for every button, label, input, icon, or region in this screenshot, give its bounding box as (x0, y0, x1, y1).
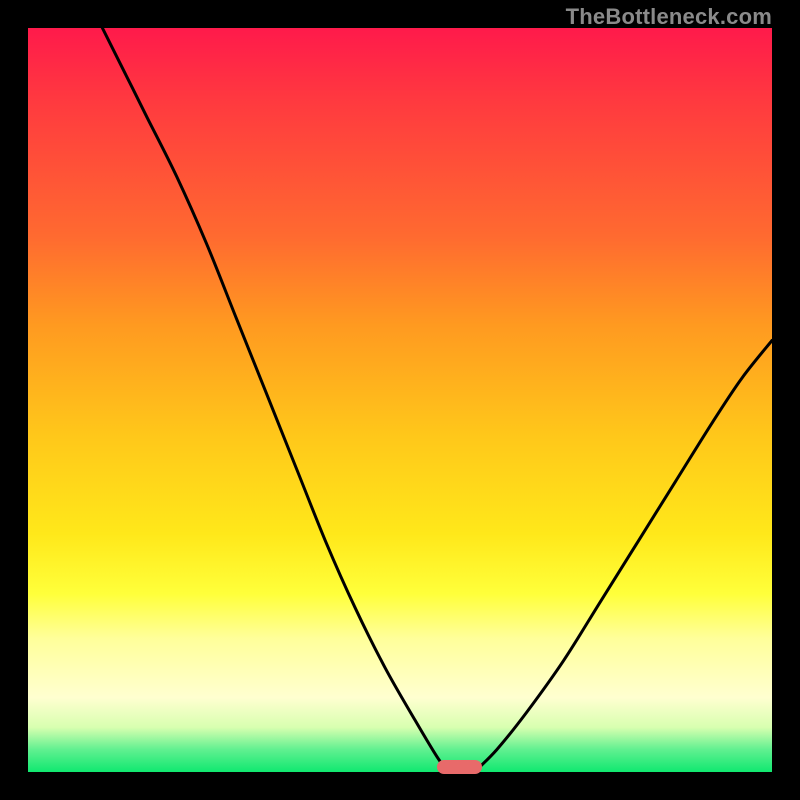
curve-left-branch (102, 28, 448, 772)
curve-right-branch (474, 341, 772, 773)
optimal-zone-marker (437, 760, 482, 774)
bottleneck-curve (28, 28, 772, 772)
watermark-text: TheBottleneck.com (566, 4, 772, 30)
chart-frame (28, 28, 772, 772)
